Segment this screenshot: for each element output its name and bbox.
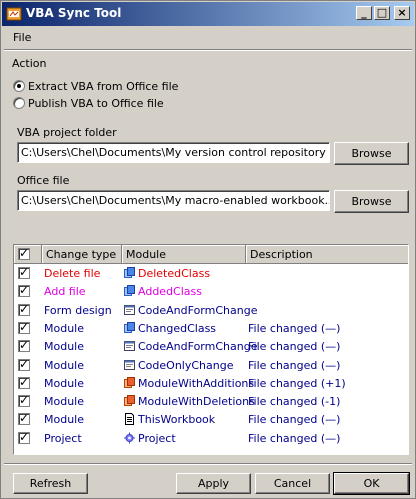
form-icon xyxy=(124,340,135,352)
list-header: Change type Module Description xyxy=(14,245,408,264)
list-row[interactable]: Module CodeOnlyChange File changed (—) xyxy=(14,357,408,375)
row-checkbox[interactable] xyxy=(18,265,30,279)
header-change-type[interactable]: Change type xyxy=(42,245,122,264)
office-file-input[interactable]: C:\Users\Chel\Documents\My macro-enabled… xyxy=(17,190,330,211)
row-change-type: Form design xyxy=(44,303,112,317)
office-label: Office file xyxy=(17,174,70,187)
minimize-button[interactable]: _ xyxy=(356,6,372,20)
header-description[interactable]: Description xyxy=(246,245,408,264)
row-checkbox[interactable] xyxy=(18,430,30,444)
class-icon xyxy=(124,267,135,279)
row-checkbox[interactable] xyxy=(18,375,30,389)
menu-file[interactable]: File xyxy=(13,31,31,44)
row-module: CodeAndFormChange xyxy=(138,303,258,317)
row-description: File changed (—) xyxy=(248,340,341,354)
row-module: Project xyxy=(138,431,176,445)
row-description: File changed (+1) xyxy=(248,376,346,390)
project-icon xyxy=(124,432,135,444)
cancel-button[interactable]: Cancel xyxy=(255,473,330,494)
footer-separator xyxy=(4,463,412,465)
row-change-type: Module xyxy=(44,340,84,354)
row-module: DeletedClass xyxy=(138,267,211,280)
list-row[interactable]: Module ModuleWithAdditionsFile changed (+… xyxy=(14,375,408,393)
list-row[interactable]: Module ModuleWithDeletionsFile changed (-… xyxy=(14,393,408,411)
class-icon xyxy=(124,321,135,334)
folder-input[interactable]: C:\Users\Chel\Documents\My version contr… xyxy=(17,142,330,163)
maximize-button[interactable]: □ xyxy=(374,6,390,20)
document-icon xyxy=(124,413,135,426)
row-checkbox[interactable] xyxy=(18,357,30,371)
row-change-type: Module xyxy=(44,321,84,335)
row-checkbox[interactable] xyxy=(18,302,30,316)
row-change-type: Delete file xyxy=(44,267,101,280)
office-browse-button[interactable]: Browse xyxy=(334,190,409,213)
row-change-type: Module xyxy=(44,395,84,409)
close-button[interactable]: × xyxy=(394,6,410,20)
header-module[interactable]: Module xyxy=(122,245,246,264)
row-description: File changed (—) xyxy=(248,413,341,427)
menu-separator xyxy=(4,49,412,51)
module-icon xyxy=(124,395,135,407)
header-select-all[interactable] xyxy=(14,245,42,264)
row-description: File changed (—) xyxy=(248,431,341,445)
row-checkbox[interactable] xyxy=(18,338,30,353)
window-title: VBA Sync Tool xyxy=(26,6,122,20)
row-module: ModuleWithDeletions xyxy=(138,395,255,409)
list-row[interactable]: Form design CodeAndFormChange xyxy=(14,302,408,320)
folder-label: VBA project folder xyxy=(17,126,117,139)
row-module: ChangedClass xyxy=(138,321,217,335)
extract-radio[interactable] xyxy=(13,80,25,92)
row-module: ThisWorkbook xyxy=(138,413,216,427)
row-change-type: Module xyxy=(44,358,84,372)
action-label: Action xyxy=(12,57,47,70)
row-checkbox[interactable] xyxy=(18,411,30,426)
extract-label[interactable]: Extract VBA from Office file xyxy=(28,80,178,93)
refresh-button[interactable]: Refresh xyxy=(13,473,88,494)
row-change-type: Project xyxy=(44,431,82,445)
module-icon xyxy=(124,376,135,389)
list-row[interactable]: Module CodeAndFormChangeFile changed (—) xyxy=(14,338,408,356)
row-change-type: Module xyxy=(44,376,84,390)
row-checkbox[interactable] xyxy=(18,393,30,408)
row-module: ModuleWithAdditions xyxy=(138,376,255,390)
list-row[interactable]: Project Project File changed (—) xyxy=(14,430,408,448)
main-window: VBA Sync Tool _ □ × File Action Extract … xyxy=(0,0,416,499)
changes-list[interactable]: Change type Module Description Delete fi… xyxy=(13,244,409,455)
row-change-type: Module xyxy=(44,413,84,427)
publish-radio[interactable] xyxy=(13,97,25,109)
select-all-checkbox[interactable] xyxy=(18,246,30,260)
form-icon xyxy=(124,304,135,316)
form-icon xyxy=(124,359,135,371)
title-bar[interactable]: VBA Sync Tool _ □ × xyxy=(2,2,414,26)
apply-button[interactable]: Apply xyxy=(176,473,251,494)
row-module: AddedClass xyxy=(138,285,202,299)
row-description: File changed (—) xyxy=(248,358,341,372)
ok-button[interactable]: OK xyxy=(333,472,410,495)
list-row[interactable]: Delete file DeletedClass xyxy=(14,265,408,283)
class-icon xyxy=(124,285,135,297)
row-description: File changed (—) xyxy=(248,321,341,335)
list-row[interactable]: Add file AddedClass xyxy=(14,283,408,301)
menu-bar: File xyxy=(2,28,414,48)
list-row[interactable]: Module ChangedClass File changed (—) xyxy=(14,320,408,338)
row-change-type: Add file xyxy=(44,285,86,299)
folder-browse-button[interactable]: Browse xyxy=(334,142,409,165)
app-icon xyxy=(6,7,22,21)
row-description: File changed (-1) xyxy=(248,395,341,409)
row-module: CodeAndFormChange xyxy=(138,340,258,354)
row-checkbox[interactable] xyxy=(18,283,30,298)
row-module: CodeOnlyChange xyxy=(138,358,234,372)
row-checkbox[interactable] xyxy=(18,320,30,334)
list-row[interactable]: Module ThisWorkbook File changed (—) xyxy=(14,411,408,429)
publish-label[interactable]: Publish VBA to Office file xyxy=(28,97,164,110)
